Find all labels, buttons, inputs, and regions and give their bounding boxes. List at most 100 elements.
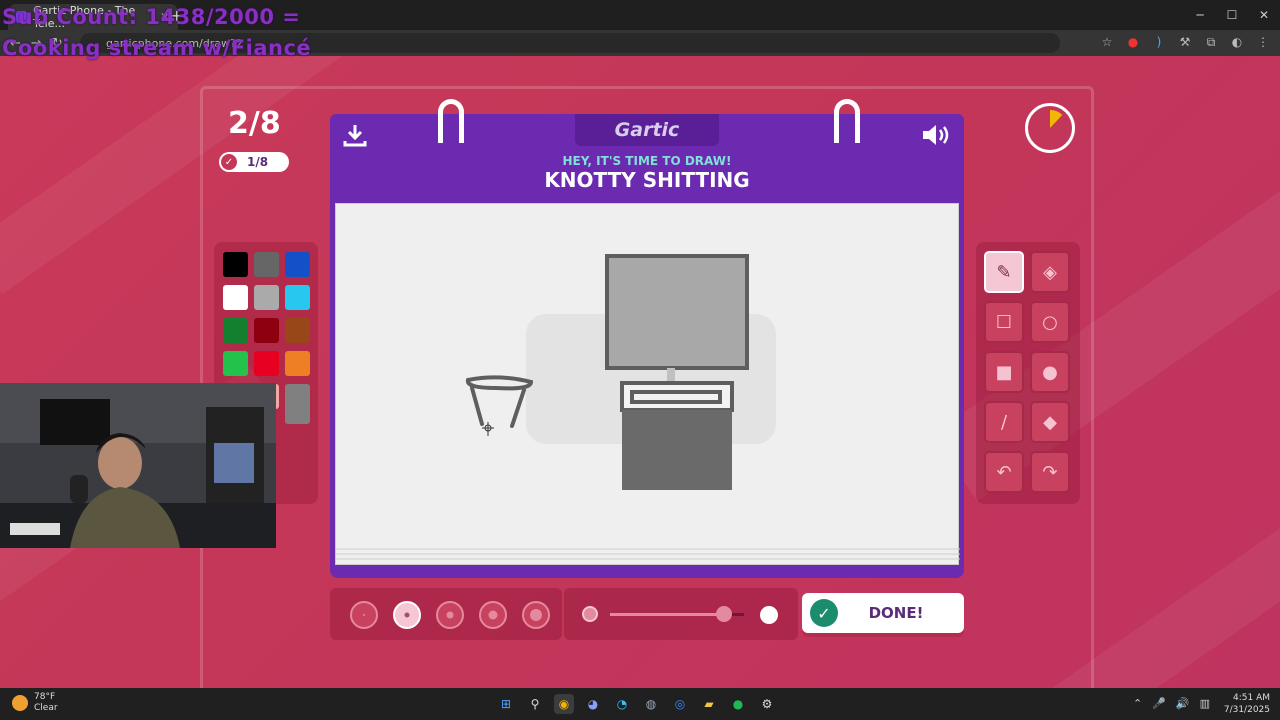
color-swatch[interactable] bbox=[223, 252, 248, 277]
undo-tool[interactable]: ↶ bbox=[984, 451, 1024, 493]
ellipse-fill-tool[interactable]: ● bbox=[1030, 351, 1070, 393]
brush-dot-icon bbox=[530, 609, 542, 621]
extension-icon[interactable]: ● bbox=[1126, 35, 1140, 49]
undo-icon: ↶ bbox=[996, 461, 1012, 483]
sketchbook-body bbox=[330, 200, 964, 578]
color-swatch[interactable] bbox=[285, 252, 310, 277]
edge-icon[interactable]: ◔ bbox=[612, 694, 632, 714]
network-icon[interactable]: ▥ bbox=[1200, 697, 1210, 710]
timer-pie-icon bbox=[1050, 110, 1063, 128]
ellipse-outline-tool[interactable]: ○ bbox=[1030, 301, 1070, 343]
brush-size-option[interactable] bbox=[436, 601, 464, 629]
prompt-text: KNOTTY SHITTING bbox=[544, 168, 750, 192]
timer bbox=[1025, 103, 1075, 153]
sub-count-text: Sub Count: 1438/2000 = bbox=[2, 5, 301, 29]
color-swatch[interactable] bbox=[254, 318, 279, 343]
discord-icon[interactable]: ◕ bbox=[583, 694, 603, 714]
stream-overlay: Sub Count: 1438/2000 = Cooking stream w/… bbox=[2, 2, 311, 64]
microphone-icon[interactable]: 🎤 bbox=[1152, 697, 1166, 710]
drawn-desk-top bbox=[620, 381, 734, 412]
sketchbook-header: Gartic HEY, IT'S TIME TO DRAW! KNOTTY SH… bbox=[330, 114, 964, 200]
eraser-icon: ◈ bbox=[1043, 261, 1057, 283]
color-swatch[interactable] bbox=[254, 252, 279, 277]
ellipse-fill-icon: ● bbox=[1042, 361, 1058, 383]
extensions-puzzle-icon[interactable]: ⧉ bbox=[1204, 35, 1218, 49]
color-swatch[interactable] bbox=[285, 318, 310, 343]
window-controls: ─ ☐ ✕ bbox=[1184, 0, 1280, 30]
extension-icon[interactable]: ⚒ bbox=[1178, 35, 1192, 49]
brush-size-option[interactable] bbox=[393, 601, 421, 629]
binder-ring bbox=[834, 99, 860, 143]
close-window-button[interactable]: ✕ bbox=[1248, 0, 1280, 30]
weather-widget[interactable]: 78°F Clear bbox=[12, 692, 58, 714]
brush-dot-icon bbox=[488, 610, 498, 620]
extensions-bar: ☆ ● ) ⚒ ⧉ ◐ ⋮ bbox=[1100, 35, 1270, 50]
search-icon[interactable]: ⚲ bbox=[525, 694, 545, 714]
menu-dots-icon[interactable]: ⋮ bbox=[1256, 35, 1270, 49]
brush-size-option[interactable] bbox=[350, 601, 378, 629]
drawn-seat bbox=[465, 375, 534, 391]
opacity-low-icon bbox=[582, 606, 598, 622]
check-icon: ✓ bbox=[221, 154, 237, 170]
color-swatch[interactable] bbox=[285, 351, 310, 376]
maximize-button[interactable]: ☐ bbox=[1216, 0, 1248, 30]
brush-size-option[interactable] bbox=[479, 601, 507, 629]
done-button[interactable]: ✓ DONE! bbox=[802, 593, 964, 633]
system-clock[interactable]: 4:51 AM 7/31/2025 bbox=[1224, 692, 1270, 716]
fill-bucket-tool[interactable]: ◆ bbox=[1030, 401, 1070, 443]
fill-bucket-icon: ◆ bbox=[1043, 411, 1057, 433]
opacity-fill bbox=[610, 613, 724, 616]
redo-icon: ↷ bbox=[1042, 461, 1058, 483]
color-swatch[interactable] bbox=[285, 384, 310, 424]
check-icon: ✓ bbox=[810, 599, 838, 627]
binder-ring bbox=[438, 99, 464, 143]
speaker-icon[interactable]: 🔊 bbox=[1176, 697, 1190, 710]
opacity-high-icon bbox=[760, 606, 778, 624]
redo-tool[interactable]: ↷ bbox=[1030, 451, 1070, 493]
brush-dot-icon bbox=[363, 614, 365, 616]
pencil-tool[interactable]: ✎ bbox=[984, 251, 1024, 293]
app-icon[interactable]: ◎ bbox=[670, 694, 690, 714]
settings-gear-icon[interactable]: ⚙ bbox=[757, 694, 777, 714]
drawn-legs bbox=[470, 386, 526, 428]
profile-icon[interactable]: ◐ bbox=[1230, 35, 1244, 49]
opacity-handle[interactable] bbox=[715, 606, 732, 622]
chrome-icon[interactable]: ◉ bbox=[554, 694, 574, 714]
color-swatch[interactable] bbox=[223, 318, 248, 343]
clock-date: 7/31/2025 bbox=[1223, 705, 1270, 715]
color-swatch[interactable] bbox=[285, 285, 310, 310]
bookmark-star-icon[interactable]: ☆ bbox=[1100, 35, 1114, 49]
rectangle-outline-icon: ☐ bbox=[995, 311, 1013, 333]
rectangle-fill-icon: ■ bbox=[995, 361, 1013, 383]
brush-size-selector bbox=[330, 588, 562, 640]
eraser-tool[interactable]: ◈ bbox=[1030, 251, 1070, 293]
prompt-heading: HEY, IT'S TIME TO DRAW! bbox=[562, 154, 732, 168]
color-swatch[interactable] bbox=[223, 285, 248, 310]
color-swatch[interactable] bbox=[254, 285, 279, 310]
line-icon: / bbox=[1000, 411, 1008, 433]
steam-icon[interactable]: ◍ bbox=[641, 694, 661, 714]
pencil-icon: ✎ bbox=[996, 261, 1012, 283]
temperature: 78°F bbox=[34, 692, 56, 702]
volume-icon[interactable] bbox=[920, 122, 952, 148]
weather-condition: Clear bbox=[34, 703, 58, 713]
spotify-icon[interactable]: ● bbox=[728, 694, 748, 714]
color-swatch[interactable] bbox=[223, 351, 248, 376]
opacity-slider[interactable] bbox=[564, 588, 798, 640]
rectangle-fill-tool[interactable]: ■ bbox=[984, 351, 1024, 393]
completed-count: 1/8 bbox=[247, 155, 269, 169]
tool-panel: ✎ ◈ ☐ ○ ■ ● / ◆ ↶ ↷ bbox=[976, 242, 1080, 504]
webcam-feed-image bbox=[0, 383, 276, 548]
minimize-button[interactable]: ─ bbox=[1184, 0, 1216, 30]
tray-chevron-icon[interactable]: ⌃ bbox=[1133, 697, 1142, 710]
rectangle-outline-tool[interactable]: ☐ bbox=[984, 301, 1024, 343]
drawing-canvas[interactable] bbox=[335, 203, 960, 565]
file-explorer-icon[interactable]: ▰ bbox=[699, 694, 719, 714]
line-tool[interactable]: / bbox=[984, 401, 1024, 443]
color-swatch[interactable] bbox=[254, 351, 279, 376]
brush-size-option[interactable] bbox=[522, 601, 550, 629]
download-icon[interactable] bbox=[342, 122, 368, 148]
gartic-logo: Gartic bbox=[575, 114, 719, 146]
extension-icon[interactable]: ) bbox=[1152, 35, 1166, 49]
windows-start-icon[interactable]: ⊞ bbox=[496, 694, 516, 714]
